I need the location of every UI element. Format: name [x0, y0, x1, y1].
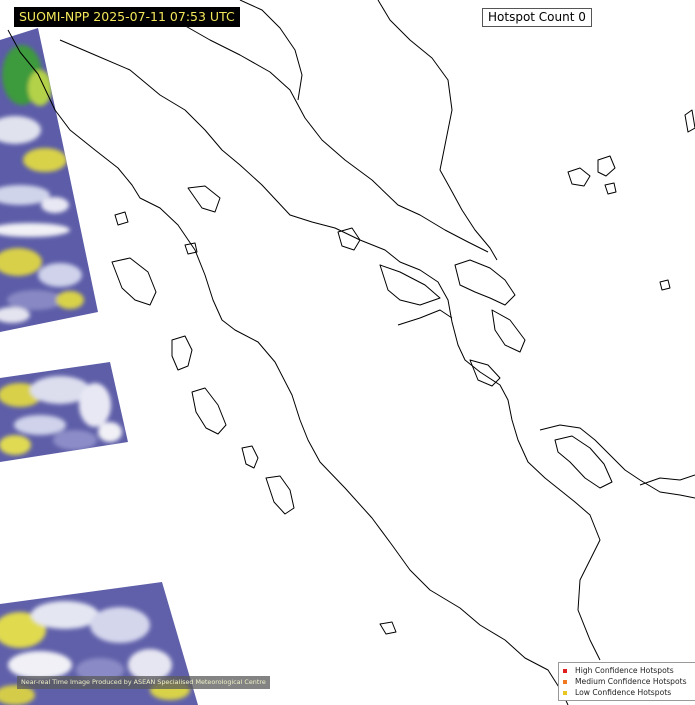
estuary-lines-2 — [397, 309, 453, 326]
hotspot-legend: High Confidence Hotspots Medium Confiden… — [558, 662, 695, 701]
satellite-swath-north — [0, 28, 98, 332]
legend-label-high: High Confidence Hotspots — [575, 666, 674, 675]
legend-label-medium: Medium Confidence Hotspots — [575, 677, 687, 686]
low-confidence-marker-icon — [563, 690, 567, 695]
satellite-map: SUOMI-NPP 2025-07-11 07:53 UTC Hotspot C… — [0, 0, 695, 705]
sumatra-east-coast — [59, 39, 601, 661]
hotspot-count-badge: Hotspot Count 0 — [482, 8, 592, 27]
bangka-island — [539, 424, 695, 499]
riau-islands-b — [491, 309, 526, 353]
nias-island — [171, 335, 193, 371]
small-island-2 — [337, 227, 361, 251]
natuna-islands-2 — [604, 182, 617, 195]
small-island-1 — [187, 185, 221, 213]
estuary-lines — [379, 264, 441, 306]
islet-2 — [114, 211, 129, 226]
islet-1 — [659, 279, 671, 291]
medium-confidence-marker-icon — [563, 679, 567, 684]
gulf-coast — [239, 0, 303, 101]
legend-label-low: Low Confidence Hotspots — [575, 688, 672, 697]
right-edge-island — [684, 109, 695, 133]
lingga-island — [469, 359, 501, 387]
satellite-timestamp-title: SUOMI-NPP 2025-07-11 07:53 UTC — [14, 7, 240, 27]
enggano-island — [379, 621, 397, 635]
legend-item-high: High Confidence Hotspots — [563, 665, 695, 676]
belitung-coast — [639, 474, 695, 486]
satellite-swath-middle — [0, 362, 128, 462]
high-confidence-marker-icon — [563, 668, 567, 673]
pagai-islands — [265, 475, 295, 515]
malay-peninsula-east — [377, 0, 498, 261]
map-canvas — [0, 0, 695, 705]
legend-item-low: Low Confidence Hotspots — [563, 687, 695, 698]
natuna-islands — [597, 155, 616, 177]
legend-item-medium: Medium Confidence Hotspots — [563, 676, 695, 687]
malay-peninsula-west — [174, 19, 489, 253]
sipora-island — [241, 445, 259, 469]
simeulue-island — [111, 257, 157, 306]
bangka-island-outline — [554, 435, 613, 489]
siberut-island — [191, 387, 227, 435]
anambas-islands — [567, 167, 591, 187]
riau-islands-a — [454, 259, 516, 306]
image-credit: Near-real Time Image Produced by ASEAN S… — [17, 676, 270, 689]
